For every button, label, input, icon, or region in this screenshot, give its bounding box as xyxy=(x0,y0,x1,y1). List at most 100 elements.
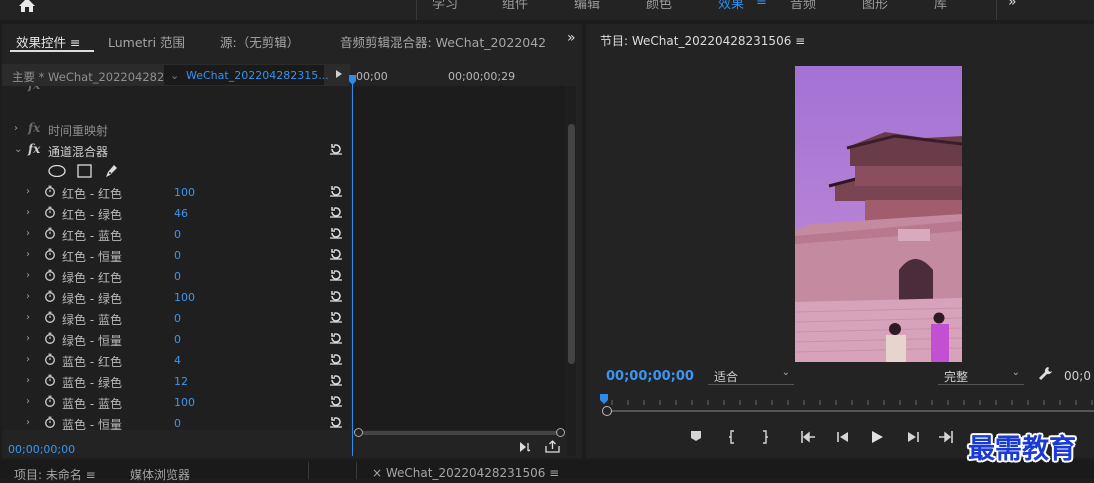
expand-arrow-icon[interactable]: › xyxy=(26,249,30,260)
stopwatch-icon[interactable] xyxy=(44,395,56,407)
expand-arrow-icon[interactable]: › xyxy=(26,186,30,197)
stopwatch-icon[interactable] xyxy=(44,206,56,218)
param-value[interactable]: 0 xyxy=(174,417,181,430)
workspace-tab-libraries[interactable]: 库 xyxy=(934,0,947,12)
expand-arrow-icon[interactable]: › xyxy=(26,333,30,344)
param-value[interactable]: 0 xyxy=(174,333,181,346)
param-value[interactable]: 100 xyxy=(174,396,195,409)
reset-icon[interactable] xyxy=(329,331,343,345)
marker-icon[interactable] xyxy=(690,430,702,442)
expand-arrow-icon[interactable]: › xyxy=(26,270,30,281)
param-value[interactable]: 0 xyxy=(174,249,181,262)
reset-icon[interactable] xyxy=(329,415,343,429)
reset-icon[interactable] xyxy=(329,184,343,198)
stopwatch-icon[interactable] xyxy=(44,332,56,344)
home-icon[interactable] xyxy=(16,0,38,15)
play-button-icon[interactable] xyxy=(870,430,884,444)
param-value[interactable]: 0 xyxy=(174,228,181,241)
param-value[interactable]: 12 xyxy=(174,375,188,388)
param-value[interactable]: 4 xyxy=(174,354,181,367)
expand-arrow-icon[interactable]: › xyxy=(26,207,30,218)
pen-mask-icon[interactable] xyxy=(103,163,119,179)
param-value[interactable]: 0 xyxy=(174,270,181,283)
tab-source[interactable]: 源:（无剪辑） xyxy=(220,32,299,51)
expand-arrow-icon[interactable]: › xyxy=(26,228,30,239)
scrub-knob[interactable] xyxy=(602,406,612,416)
fit-dropdown[interactable]: 适合 ⌄ xyxy=(708,366,794,385)
param-value[interactable]: 0 xyxy=(174,312,181,325)
effect-row-channel-mixer[interactable]: ⌄ fx 通道混合器 xyxy=(2,140,350,161)
expand-arrow-icon[interactable]: › xyxy=(14,123,18,134)
current-timecode[interactable]: 00;00;00;00 xyxy=(8,443,75,456)
program-timecode[interactable]: 00;00;00;00 xyxy=(606,369,694,384)
scrollbar-thumb[interactable] xyxy=(568,124,575,364)
go-to-in-icon[interactable] xyxy=(800,430,816,444)
workspace-tab-graphics[interactable]: 图形 xyxy=(862,0,888,12)
source-main-label[interactable]: 主要 * WeChat_202204282... xyxy=(12,69,175,85)
reset-icon[interactable] xyxy=(329,373,343,387)
fx-icon[interactable]: fx xyxy=(28,142,40,156)
workspace-more-icon[interactable]: » xyxy=(1008,0,1017,10)
step-forward-icon[interactable] xyxy=(906,430,920,444)
expand-arrow-icon[interactable]: › xyxy=(26,312,30,323)
play-icon[interactable] xyxy=(336,70,342,78)
reset-icon[interactable] xyxy=(329,247,343,261)
workspace-tab-editing[interactable]: 编辑 xyxy=(574,0,600,12)
step-back-icon[interactable] xyxy=(836,430,850,444)
zoom-handle-right[interactable] xyxy=(556,428,565,437)
quality-dropdown[interactable]: 完整 ⌄ xyxy=(938,366,1024,385)
workspace-menu-icon[interactable]: ≡ xyxy=(756,0,767,9)
export-icon[interactable] xyxy=(545,440,560,453)
expand-arrow-icon[interactable]: › xyxy=(26,396,30,407)
zoom-handle-left[interactable] xyxy=(354,428,363,437)
effect-row-time-remap[interactable]: › fx 时间重映射 xyxy=(2,119,350,140)
go-to-out-icon[interactable] xyxy=(938,430,954,444)
keyframe-area[interactable] xyxy=(352,86,566,430)
reset-icon[interactable] xyxy=(329,226,343,240)
panel-more-icon[interactable]: » xyxy=(567,30,576,46)
collapse-arrow-icon[interactable]: ⌄ xyxy=(14,144,22,155)
wrench-icon[interactable] xyxy=(1038,366,1054,382)
stopwatch-icon[interactable] xyxy=(44,416,56,428)
workspace-tab-color[interactable]: 颜色 xyxy=(646,0,672,12)
horizontal-zoom-scrollbar[interactable] xyxy=(354,428,565,438)
expand-arrow-icon[interactable]: › xyxy=(26,375,30,386)
fx-icon[interactable]: fx xyxy=(28,121,40,135)
reset-icon[interactable] xyxy=(329,268,343,282)
stopwatch-icon[interactable] xyxy=(44,227,56,239)
tab-effect-controls[interactable]: 效果控件 ≡ xyxy=(16,32,80,51)
stopwatch-icon[interactable] xyxy=(44,311,56,323)
param-value[interactable]: 100 xyxy=(174,291,195,304)
reset-icon[interactable] xyxy=(329,289,343,303)
stopwatch-icon[interactable] xyxy=(44,269,56,281)
workspace-tab-effects[interactable]: 效果 xyxy=(718,0,744,12)
stopwatch-icon[interactable] xyxy=(44,185,56,197)
tab-media-browser[interactable]: 媒体浏览器 xyxy=(130,466,190,483)
tab-audio-clip-mixer[interactable]: 音频剪辑混合器: WeChat_2022042823 xyxy=(340,32,546,51)
tab-sequence[interactable]: × WeChat_20220428231506 ≡ xyxy=(372,466,559,480)
workspace-tab-assembly[interactable]: 组件 xyxy=(502,0,528,12)
video-frame[interactable] xyxy=(795,66,962,362)
workspace-tab-learn[interactable]: 学习 xyxy=(432,0,458,12)
reset-icon[interactable] xyxy=(329,142,343,156)
expand-arrow-icon[interactable]: › xyxy=(26,417,30,428)
zoom-bar[interactable] xyxy=(362,431,558,435)
tab-project[interactable]: 项目: 未命名 ≡ xyxy=(14,466,96,483)
program-timeline-ruler[interactable] xyxy=(598,394,1094,406)
expand-arrow-icon[interactable]: › xyxy=(26,291,30,302)
stopwatch-icon[interactable] xyxy=(44,290,56,302)
stopwatch-icon[interactable] xyxy=(44,353,56,365)
reset-icon[interactable] xyxy=(329,205,343,219)
expand-arrow-icon[interactable]: › xyxy=(26,354,30,365)
rectangle-mask-icon[interactable] xyxy=(77,164,92,178)
source-clip-dropdown[interactable]: ⌄ WeChat_202204282315... xyxy=(164,65,329,85)
ellipse-mask-icon[interactable] xyxy=(48,165,66,177)
play-audio-icon[interactable] xyxy=(519,441,535,453)
stopwatch-icon[interactable] xyxy=(44,248,56,260)
mark-in-icon[interactable] xyxy=(727,430,737,444)
mark-out-icon[interactable] xyxy=(760,430,770,444)
reset-icon[interactable] xyxy=(329,310,343,324)
program-monitor-title[interactable]: 节目: WeChat_20220428231506 ≡ xyxy=(600,32,805,49)
param-value[interactable]: 46 xyxy=(174,207,188,220)
reset-icon[interactable] xyxy=(329,394,343,408)
